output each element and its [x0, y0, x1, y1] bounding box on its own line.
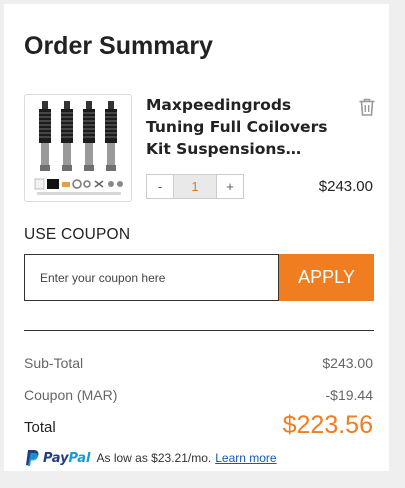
paypal-logo-icon: PayPal — [24, 449, 90, 467]
total-label: Total — [24, 419, 56, 436]
page-title: Order Summary — [24, 32, 213, 60]
total-value: $223.56 — [282, 411, 373, 439]
coupon-section-label: USE COUPON — [24, 226, 131, 243]
coupon-discount-label: Coupon (MAR) — [24, 387, 118, 403]
product-image[interactable] — [24, 94, 132, 202]
coupon-discount-value: -$19.44 — [325, 387, 373, 403]
coupon-input[interactable] — [24, 254, 279, 301]
learn-more-link[interactable]: Learn more — [215, 451, 276, 465]
increment-button[interactable]: + — [217, 175, 243, 198]
quantity-stepper: - 1 + — [146, 174, 244, 199]
paypal-brand-pal: Pal — [68, 450, 91, 466]
paypal-message: PayPal As low as $23.21/mo. Learn more — [24, 449, 277, 467]
subtotal-value: $243.00 — [322, 355, 373, 371]
paypal-brand-pay: Pay — [43, 450, 69, 466]
item-price: $243.00 — [318, 178, 373, 195]
kit-parts — [34, 178, 123, 195]
coilover-3 — [83, 101, 95, 171]
trash-icon[interactable] — [358, 97, 376, 117]
product-name[interactable]: Maxpeedingrods Tuning Full Coilovers Kit… — [146, 94, 336, 160]
coilover-4 — [105, 101, 117, 171]
decrement-button[interactable]: - — [147, 175, 173, 198]
coilover-1 — [39, 101, 51, 171]
quantity-value[interactable]: 1 — [173, 175, 217, 198]
coilover-2 — [61, 101, 73, 171]
subtotal-label: Sub-Total — [24, 355, 84, 371]
order-summary-card: Order Summary Maxpeedingrods Tuning Full… — [4, 4, 389, 471]
apply-coupon-button[interactable]: APPLY — [279, 254, 374, 301]
coilover-kit-image — [34, 101, 123, 195]
divider — [24, 330, 374, 331]
paypal-installment-text: As low as $23.21/mo. — [96, 451, 212, 465]
